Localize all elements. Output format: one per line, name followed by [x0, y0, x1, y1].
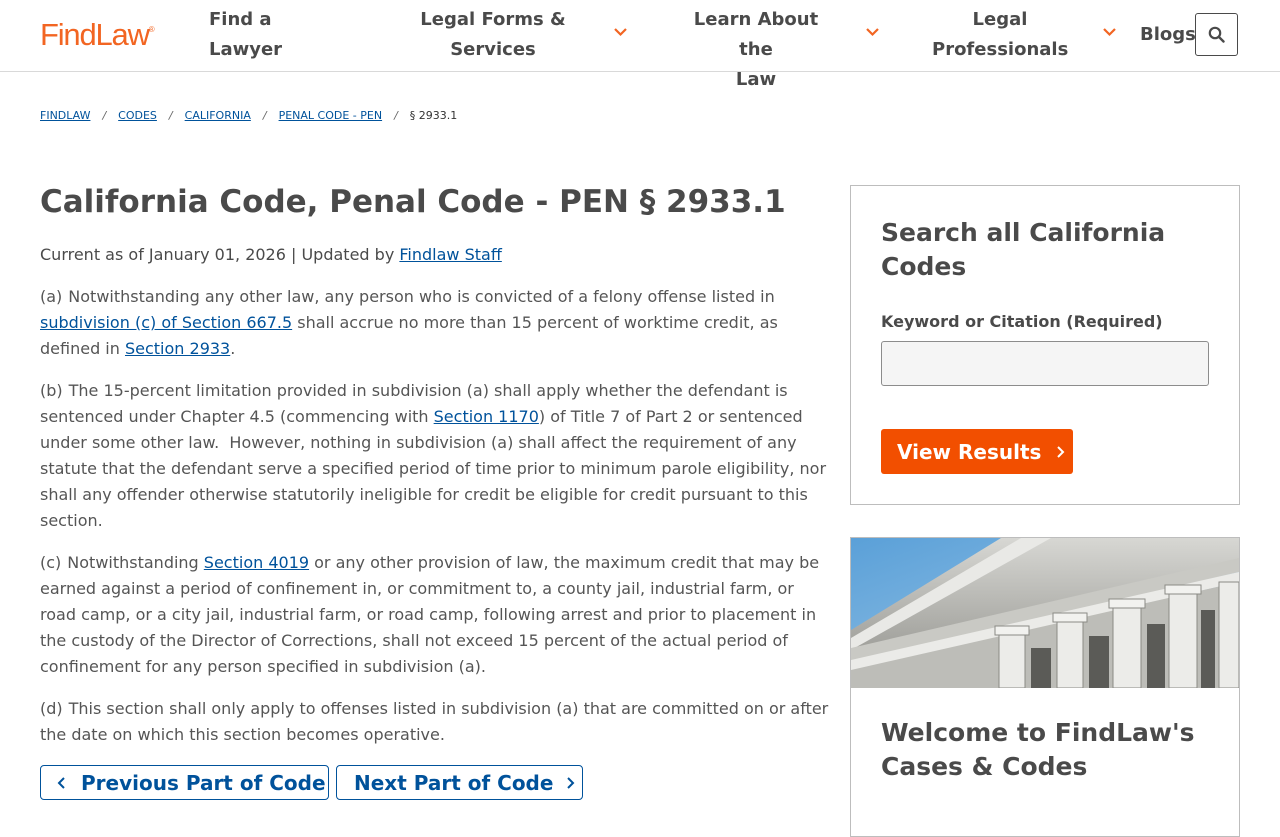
subdivision-label: (d) — [40, 699, 63, 718]
subdivision-label: (b) — [40, 381, 63, 400]
breadcrumb-separator: / — [262, 109, 267, 122]
site-header: FindLaw® Find a Lawyer Legal Forms & Servi… — [0, 0, 1280, 90]
code-section-text: (a) Notwithstanding any other law, any pe… — [40, 284, 830, 764]
breadcrumb-separator: / — [394, 109, 398, 122]
next-part-label: Next Part of Code — [354, 770, 554, 795]
author-link[interactable]: Findlaw Staff — [399, 245, 501, 264]
welcome-promo-card: Welcome to FindLaw's Cases & Codes — [850, 537, 1240, 837]
subdivision-label: (c) — [40, 553, 62, 572]
chevron-left-icon — [57, 776, 65, 789]
header-search-button[interactable] — [1195, 13, 1238, 56]
promo-heading: Welcome to FindLaw's Cases & Codes — [881, 718, 1195, 781]
breadcrumb-current: § 2933.1 — [409, 109, 458, 122]
subdivision-c: (c) Notwithstanding Section 4019 or any o… — [40, 550, 830, 680]
paragraph-text: This section shall only apply to offense… — [40, 699, 829, 744]
link-section-667-5[interactable]: subdivision (c) of Section 667.5 — [40, 313, 292, 332]
breadcrumb-california[interactable]: CALIFORNIA — [185, 109, 251, 122]
search-icon — [1208, 26, 1225, 43]
chevron-down-icon[interactable] — [866, 27, 879, 37]
updated-meta: Current as of January 01, 2026 | Updated… — [40, 245, 502, 264]
chevron-right-icon — [567, 776, 575, 789]
link-section-2933[interactable]: Section 2933 — [125, 339, 230, 358]
chevron-down-icon[interactable] — [1103, 27, 1116, 37]
link-section-1170[interactable]: Section 1170 — [434, 407, 539, 426]
courthouse-facade-image — [851, 538, 1239, 688]
keyword-label: Keyword or Citation (Required) — [881, 312, 1163, 331]
paragraph-text: Notwithstanding any other law, any perso… — [68, 287, 775, 306]
code-search-card: Search all California Codes Keyword or C… — [850, 185, 1240, 505]
nav-find-a-lawyer[interactable]: Find a Lawyer — [209, 5, 282, 65]
page-title: California Code, Penal Code - PEN § 2933… — [40, 184, 786, 220]
view-results-button[interactable]: View Results — [881, 429, 1073, 474]
subdivision-d: (d) This section shall only apply to offe… — [40, 696, 830, 748]
paragraph-text: . — [230, 339, 236, 358]
view-results-label: View Results — [897, 439, 1042, 464]
breadcrumb-separator: / — [168, 109, 173, 122]
nav-legal-professionals[interactable]: Legal Professionals — [932, 5, 1068, 65]
subdivision-a: (a) Notwithstanding any other law, any pe… — [40, 284, 830, 362]
next-part-button[interactable]: Next Part of Code — [336, 765, 583, 800]
breadcrumb-findlaw[interactable]: FINDLAW — [40, 109, 90, 122]
paragraph-text: Notwithstanding — [67, 553, 204, 572]
breadcrumb: FINDLAW / CODES / CALIFORNIA / PENAL COD… — [40, 109, 457, 122]
breadcrumb-penal-code[interactable]: PENAL CODE - PEN — [279, 109, 383, 122]
previous-part-label: Previous Part of Code — [81, 770, 326, 795]
chevron-down-icon[interactable] — [614, 27, 627, 37]
previous-part-button[interactable]: Previous Part of Code — [40, 765, 329, 800]
nav-legal-forms[interactable]: Legal Forms & Services — [420, 5, 566, 65]
breadcrumb-separator: / — [102, 109, 107, 122]
breadcrumb-codes[interactable]: CODES — [118, 109, 157, 122]
subdivision-label: (a) — [40, 287, 63, 306]
keyword-citation-input[interactable] — [881, 341, 1209, 386]
chevron-right-icon — [1057, 445, 1065, 458]
link-section-4019[interactable]: Section 4019 — [204, 553, 309, 572]
nav-blogs[interactable]: Blogs — [1140, 20, 1196, 80]
findlaw-logo[interactable]: FindLaw® — [40, 17, 155, 53]
subdivision-b: (b) The 15-percent limitation provided in… — [40, 378, 830, 534]
search-card-heading: Search all California Codes — [881, 218, 1166, 281]
nav-learn-about-law[interactable]: Learn About the Law — [674, 5, 838, 90]
meta-text: Current as of January 01, 2026 | Updated… — [40, 245, 400, 264]
